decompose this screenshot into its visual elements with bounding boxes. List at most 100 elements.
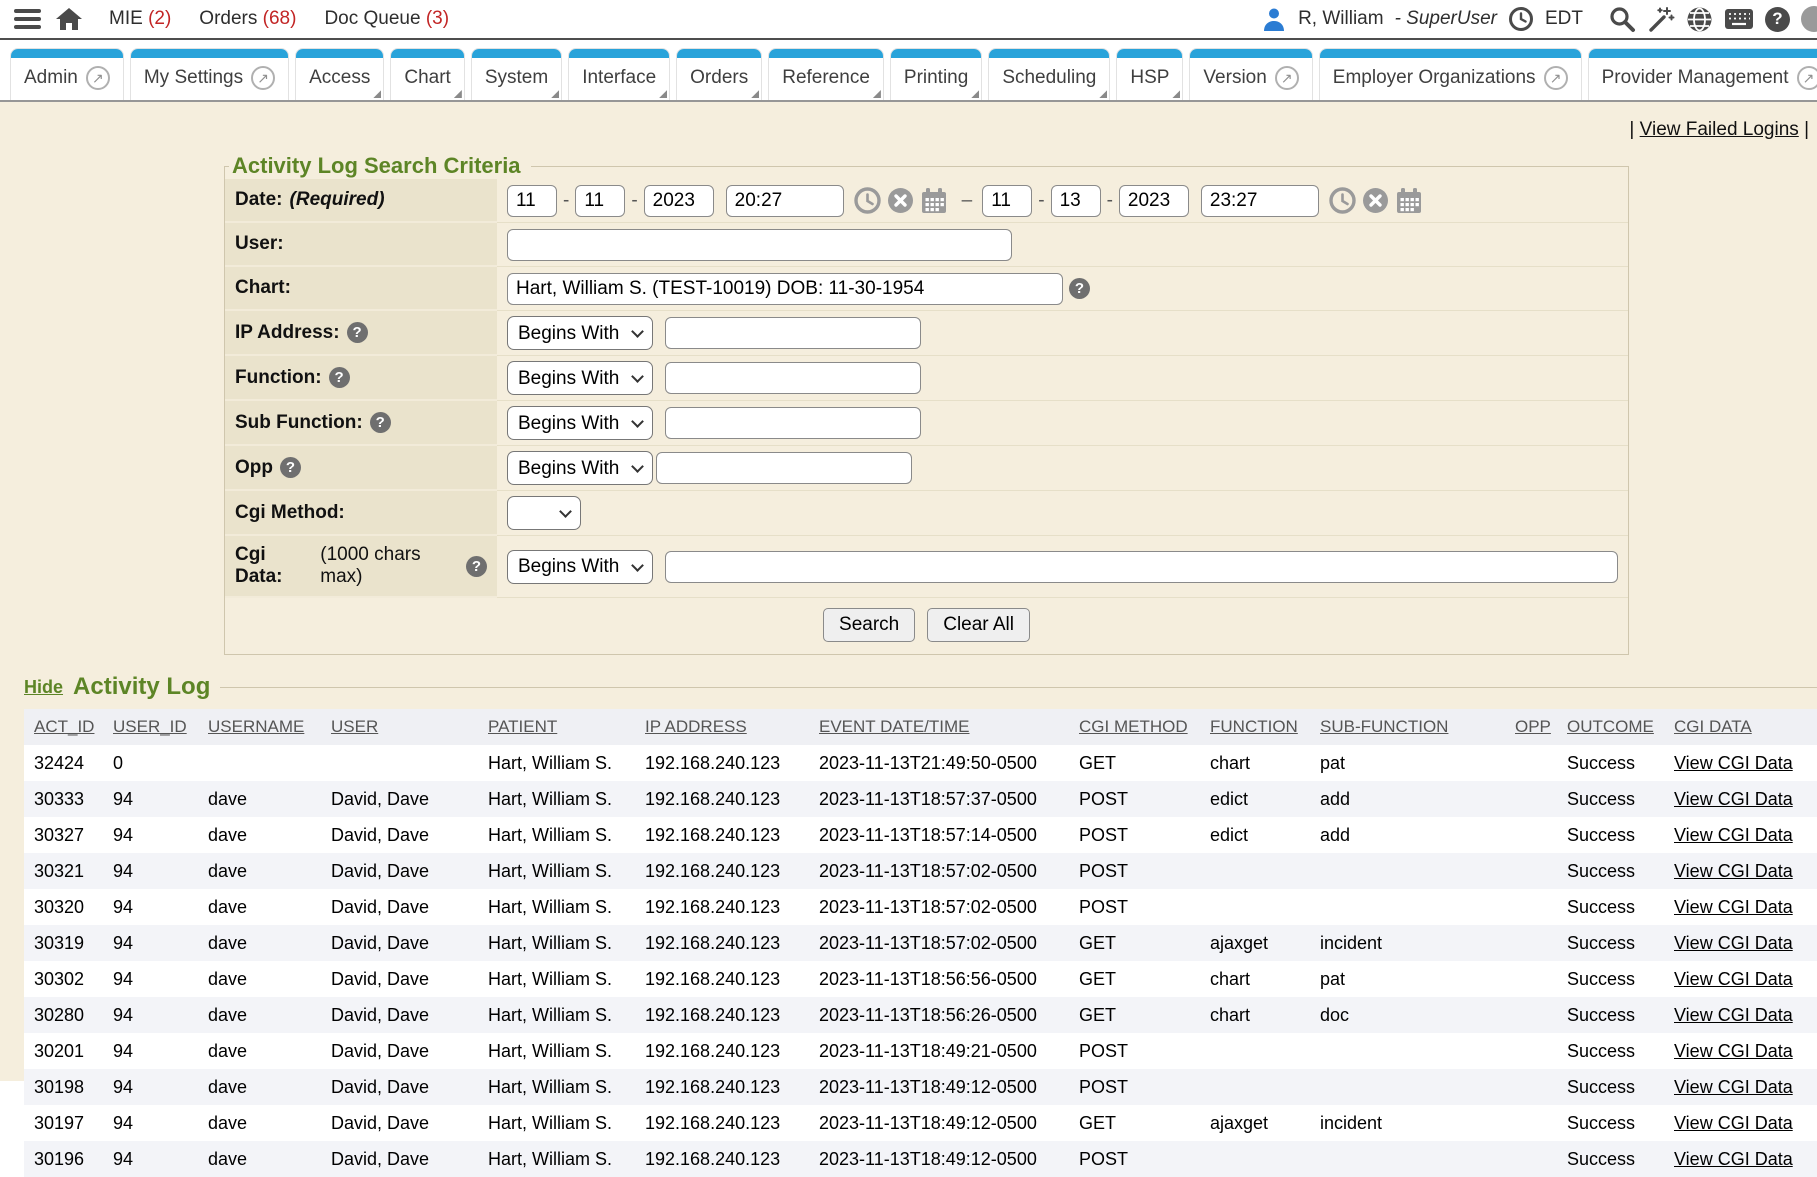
cell-patient: Hart, William S. (478, 961, 635, 997)
cgi-data-operator-select[interactable]: Begins With (507, 550, 653, 584)
hide-link[interactable]: Hide (24, 677, 63, 698)
cell-user: David, Dave (321, 1033, 478, 1069)
tab-my-settings[interactable]: My Settings↗ (130, 48, 289, 100)
sub-function-input[interactable] (665, 407, 921, 439)
date-to-month-input[interactable] (982, 185, 1032, 217)
user-input[interactable] (507, 229, 1012, 261)
search-button[interactable]: Search (823, 608, 915, 642)
home-icon[interactable] (55, 6, 83, 32)
help-icon[interactable]: ? (1765, 7, 1790, 32)
column-header-outcome[interactable]: OUTCOME (1557, 709, 1664, 745)
view-cgi-data-link[interactable]: View CGI Data (1674, 1041, 1793, 1061)
view-cgi-data-link[interactable]: View CGI Data (1674, 1149, 1793, 1169)
tab-access[interactable]: Access (295, 48, 384, 100)
user-name[interactable]: R, William (1298, 8, 1384, 30)
view-cgi-data-link[interactable]: View CGI Data (1674, 1005, 1793, 1025)
nav-item-doc-queue[interactable]: Doc Queue (3) (324, 8, 449, 30)
tab-version[interactable]: Version↗ (1189, 48, 1312, 100)
time-picker-icon[interactable] (854, 187, 881, 214)
tab-scheduling[interactable]: Scheduling (988, 48, 1110, 100)
column-header-event-date-time[interactable]: EVENT DATE/TIME (809, 709, 1069, 745)
column-header-ip-address[interactable]: IP ADDRESS (635, 709, 809, 745)
cell-user: David, Dave (321, 961, 478, 997)
tab-reference[interactable]: Reference (768, 48, 884, 100)
tab-provider-management[interactable]: Provider Management↗ (1588, 48, 1817, 100)
column-header-user[interactable]: USER (321, 709, 478, 745)
view-cgi-data-link[interactable]: View CGI Data (1674, 1077, 1793, 1097)
view-failed-logins-link[interactable]: View Failed Logins (1640, 119, 1799, 140)
column-header-label: CGI DATA (1674, 717, 1752, 736)
date-to-day-input[interactable] (1051, 185, 1101, 217)
cgi-method-select[interactable] (507, 496, 581, 530)
tab-system[interactable]: System (471, 48, 562, 100)
hamburger-menu-icon[interactable] (14, 9, 41, 29)
view-cgi-data-link[interactable]: View CGI Data (1674, 969, 1793, 989)
opp-operator-select[interactable]: Begins With (507, 451, 653, 485)
cell-user-id: 94 (103, 961, 198, 997)
calendar-icon[interactable] (920, 187, 948, 214)
tab-chart[interactable]: Chart (390, 48, 464, 100)
tab-interface[interactable]: Interface (568, 48, 670, 100)
globe-icon[interactable] (1686, 6, 1713, 33)
tab-employer-organizations[interactable]: Employer Organizations↗ (1319, 48, 1582, 100)
sub-function-help-icon[interactable]: ? (370, 412, 391, 433)
column-header-user-id[interactable]: USER_ID (103, 709, 198, 745)
cgi-data-help-icon[interactable]: ? (466, 556, 487, 577)
search-icon[interactable] (1608, 5, 1636, 33)
function-operator-select[interactable]: Begins With (507, 361, 653, 395)
chart-input[interactable] (507, 273, 1063, 305)
nav-item-orders[interactable]: Orders (68) (199, 8, 296, 30)
view-cgi-data-link[interactable]: View CGI Data (1674, 1113, 1793, 1133)
tab-printing[interactable]: Printing (890, 48, 982, 100)
ip-operator-select[interactable]: Begins With (507, 316, 653, 350)
wand-icon[interactable] (1647, 5, 1675, 33)
cell-username: dave (198, 925, 321, 961)
date-to-time-input[interactable] (1201, 185, 1319, 217)
function-input[interactable] (665, 362, 921, 394)
column-header-patient[interactable]: PATIENT (478, 709, 635, 745)
sub-function-operator-select[interactable]: Begins With (507, 406, 653, 440)
chart-help-icon[interactable]: ? (1069, 278, 1090, 299)
view-cgi-data-link[interactable]: View CGI Data (1674, 789, 1793, 809)
ip-help-icon[interactable]: ? (347, 322, 368, 343)
calendar-icon[interactable] (1395, 187, 1423, 214)
column-header-act-id[interactable]: ACT_ID (24, 709, 103, 745)
date-from-time-input[interactable] (726, 185, 844, 217)
cgi-data-input[interactable] (665, 551, 1618, 583)
cell-outcome: Success (1557, 1033, 1664, 1069)
clock-icon[interactable] (1508, 6, 1534, 32)
column-header-cgi-data[interactable]: CGI DATA (1664, 709, 1817, 745)
date-from-month-input[interactable] (507, 185, 557, 217)
clear-date-icon[interactable] (887, 187, 914, 214)
column-header-function[interactable]: FUNCTION (1200, 709, 1310, 745)
view-cgi-data-link[interactable]: View CGI Data (1674, 861, 1793, 881)
view-cgi-data-link[interactable]: View CGI Data (1674, 897, 1793, 917)
column-header-sub-function[interactable]: SUB-FUNCTION (1310, 709, 1505, 745)
clear-date-icon[interactable] (1362, 187, 1389, 214)
view-cgi-data-link[interactable]: View CGI Data (1674, 933, 1793, 953)
cell-user: David, Dave (321, 1069, 478, 1105)
keyboard-icon[interactable] (1724, 8, 1754, 30)
user-avatar-icon[interactable] (1261, 6, 1287, 32)
function-help-icon[interactable]: ? (329, 367, 350, 388)
column-header-opp[interactable]: OPP (1505, 709, 1557, 745)
date-from-year-input[interactable] (644, 185, 714, 217)
cell-outcome: Success (1557, 961, 1664, 997)
date-from-day-input[interactable] (575, 185, 625, 217)
date-to-year-input[interactable] (1119, 185, 1189, 217)
column-header-username[interactable]: USERNAME (198, 709, 321, 745)
ip-address-input[interactable] (665, 317, 921, 349)
tab-bar: Admin↗My Settings↗AccessChartSystemInter… (0, 40, 1817, 102)
opp-help-icon[interactable]: ? (280, 457, 301, 478)
view-cgi-data-link[interactable]: View CGI Data (1674, 825, 1793, 845)
nav-item-mie[interactable]: MIE (2) (109, 8, 171, 30)
column-header-cgi-method[interactable]: CGI METHOD (1069, 709, 1200, 745)
tab-orders[interactable]: Orders (676, 48, 762, 100)
tab-admin[interactable]: Admin↗ (10, 48, 124, 100)
clear-all-button[interactable]: Clear All (927, 608, 1030, 642)
time-picker-icon[interactable] (1329, 187, 1356, 214)
view-cgi-data-link[interactable]: View CGI Data (1674, 753, 1793, 773)
tab-hsp[interactable]: HSP (1116, 48, 1183, 100)
opp-input[interactable] (656, 452, 912, 484)
column-header-label: OPP (1515, 717, 1551, 736)
